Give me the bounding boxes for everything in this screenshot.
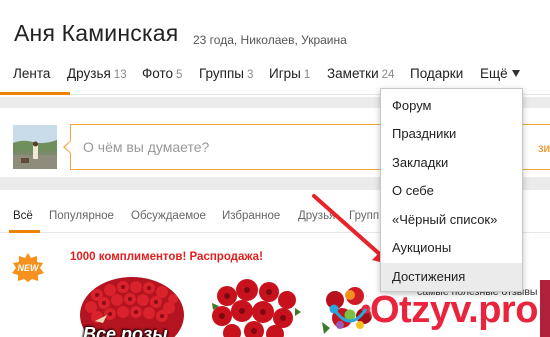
feed-active-indicator: [9, 230, 40, 233]
new-badge: NEW: [11, 252, 45, 282]
nav-tab-label: Ещё: [480, 66, 508, 81]
menu-item-blacklist[interactable]: «Чёрный список»: [381, 206, 522, 234]
menu-item-auctions[interactable]: Аукционы: [381, 234, 522, 262]
new-badge-label: NEW: [18, 263, 41, 273]
nav-tab-count: 24: [381, 69, 395, 81]
nav-tab-groups[interactable]: Группы 3: [199, 66, 253, 81]
feed-tab-favorites[interactable]: Избранное: [222, 210, 280, 222]
profile-header: Аня Каминская 23 года, Николаев, Украина…: [0, 0, 550, 97]
feed-tab-all[interactable]: Всё: [13, 210, 33, 222]
nav-tab-count: 3: [246, 69, 254, 81]
nav-tab-photos[interactable]: Фото 5: [142, 66, 182, 81]
nav-tab-label: Игры: [269, 66, 301, 81]
nav-tab-label: Фото: [142, 66, 174, 81]
profile-info: 23 года, Николаев, Украина: [193, 33, 347, 47]
nav-tab-count: 5: [176, 69, 183, 81]
nav-tab-label: Подарки: [410, 66, 464, 81]
feed-tab-popular[interactable]: Популярное: [49, 210, 114, 222]
more-dropdown-menu: Форум Праздники Закладки О себе «Чёрный …: [380, 88, 523, 292]
nav-tab-label: Друзья: [67, 66, 111, 81]
menu-item-holidays[interactable]: Праздники: [381, 120, 522, 148]
nav-tab-gifts[interactable]: Подарки: [410, 66, 463, 81]
promo-image-bouquet[interactable]: [207, 278, 302, 337]
feed-tab-discussed[interactable]: Обсуждаемое: [131, 210, 206, 222]
chevron-down-icon: [511, 69, 520, 77]
nav-more-button[interactable]: Ещё: [480, 66, 520, 81]
menu-item-bookmarks[interactable]: Закладки: [381, 149, 522, 177]
nav-active-indicator: [0, 92, 70, 95]
avatar[interactable]: [13, 125, 57, 169]
status-pointer-inner: [65, 141, 71, 153]
menu-item-about[interactable]: О себе: [381, 177, 522, 205]
profile-name[interactable]: Аня Каминская: [14, 20, 178, 47]
nav-tab-count: 13: [113, 69, 127, 81]
menu-item-forum[interactable]: Форум: [381, 92, 522, 120]
promo-title[interactable]: 1000 комплиментов! Распродажа!: [70, 251, 263, 263]
nav-tab-notes[interactable]: Заметки 24: [327, 66, 394, 81]
promo-caption: Все розы: [83, 324, 168, 337]
nav-tab-feed[interactable]: Лента: [13, 66, 50, 81]
nav-tab-friends[interactable]: Друзья 13: [67, 66, 127, 81]
nav-tab-label: Группы: [199, 66, 244, 81]
nav-tab-count: 1: [303, 69, 311, 81]
nav-tab-label: Лента: [13, 66, 51, 81]
nav-tab-label: Заметки: [327, 66, 379, 81]
nav-tab-games[interactable]: Игры 1: [269, 66, 310, 81]
share-link[interactable]: зить: [538, 141, 550, 155]
watermark-text: Otzyv.pro: [370, 289, 538, 331]
watermark-logo-icon: [329, 290, 371, 329]
